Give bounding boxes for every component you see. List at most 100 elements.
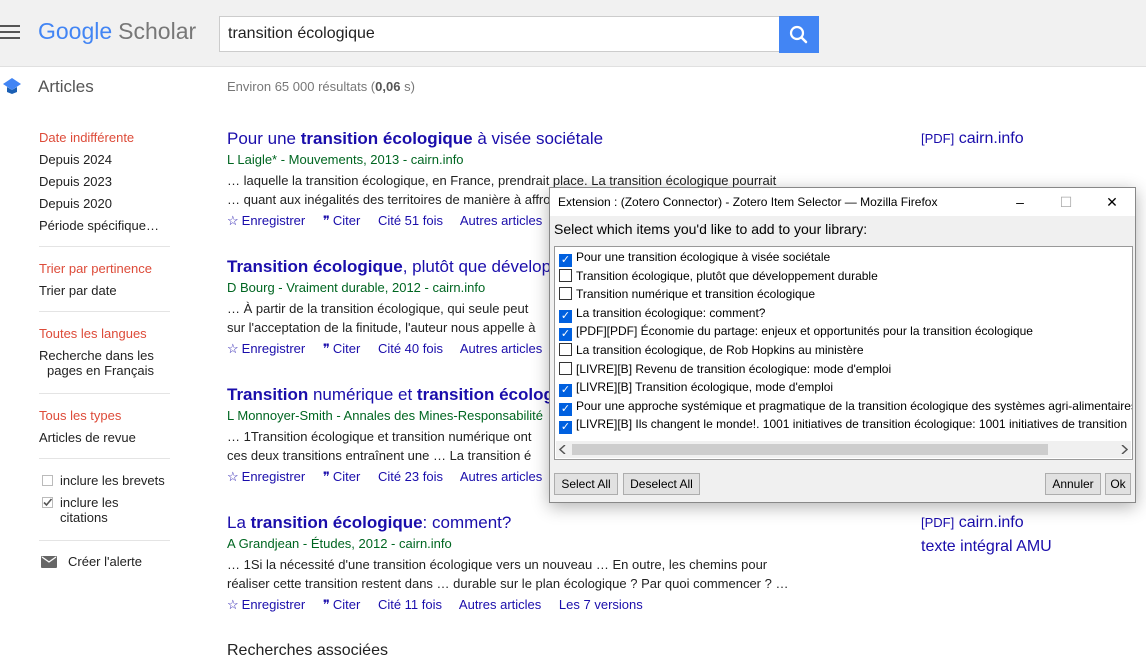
filter-since-2023[interactable]: Depuis 2023 [39, 174, 112, 189]
maximize-button[interactable]: ☐ [1043, 188, 1089, 216]
item-checkbox[interactable] [559, 287, 572, 301]
scroll-left-icon[interactable] [559, 445, 567, 454]
item-checkbox[interactable]: ✓ [559, 384, 572, 398]
deselect-all-button[interactable]: Deselect All [623, 473, 700, 495]
filter-date-any[interactable]: Date indifférente [39, 130, 134, 145]
search-button[interactable] [779, 16, 819, 53]
filter-since-2020[interactable]: Depuis 2020 [39, 196, 112, 211]
item-label: [PDF][PDF] Économie du partage: enjeux e… [576, 324, 1033, 339]
save-link[interactable]: Enregistrer [242, 341, 306, 356]
dialog-prompt: Select which items you'd like to add to … [554, 221, 868, 237]
item-row[interactable]: ✓ Pour une approche systémique et pragmat… [559, 397, 1132, 416]
item-row[interactable]: ✓ La transition écologique: comment? [559, 304, 765, 323]
star-icon[interactable]: ☆ [227, 213, 239, 228]
sidebar-divider [39, 311, 170, 312]
cite-link[interactable]: Citer [333, 341, 360, 356]
cite-link[interactable]: Citer [333, 469, 360, 484]
result-title-3[interactable]: Transition numérique et transition écolo… [227, 385, 554, 405]
quote-icon[interactable]: ❞ [323, 469, 330, 484]
items-list[interactable]: ✓ Pour une transition écologique à visée … [554, 246, 1133, 460]
result-title-1[interactable]: Pour une transition écologique à visée s… [227, 129, 603, 149]
filter-since-2024[interactable]: Depuis 2024 [39, 152, 112, 167]
logo-scholar: Scholar [118, 18, 197, 44]
cited-by-link[interactable]: Cité 40 fois [378, 341, 443, 356]
star-icon[interactable]: ☆ [227, 341, 239, 356]
item-checkbox[interactable] [559, 361, 572, 375]
item-row[interactable]: ✓ Pour une transition écologique à visée … [559, 248, 831, 267]
save-link[interactable]: Enregistrer [242, 597, 306, 612]
item-label: Pour une transition écologique à visée s… [576, 250, 831, 264]
include-citations-checkbox[interactable] [42, 497, 53, 508]
related-articles-link[interactable]: Autres articles [460, 341, 542, 356]
dialog-title: Extension : (Zotero Connector) - Zotero … [558, 195, 938, 209]
cited-by-link[interactable]: Cité 11 fois [378, 597, 442, 612]
related-articles-link[interactable]: Autres articles [460, 469, 542, 484]
cited-by-link[interactable]: Cité 51 fois [378, 213, 443, 228]
ok-button[interactable]: Ok [1105, 473, 1131, 495]
star-icon[interactable]: ☆ [227, 469, 239, 484]
include-citations-label[interactable]: inclure les citations [60, 495, 119, 525]
create-alert-button[interactable]: Créer l'alerte [68, 554, 142, 569]
include-patents-label[interactable]: inclure les brevets [60, 473, 165, 488]
filter-period[interactable]: Période spécifique… [39, 218, 159, 233]
dialog-titlebar[interactable]: Extension : (Zotero Connector) - Zotero … [550, 188, 1135, 216]
cited-by-link[interactable]: Cité 23 fois [378, 469, 443, 484]
result-snippet-1a: … laquelle la transition écologique, en … [227, 173, 777, 188]
sort-date[interactable]: Trier par date [39, 283, 117, 298]
minimize-button[interactable]: – [997, 188, 1043, 216]
filter-french-pages[interactable]: Recherche dans les pages en Français [39, 348, 154, 378]
search-input[interactable]: transition écologique [219, 16, 779, 52]
item-checkbox[interactable]: ✓ [559, 402, 572, 416]
google-scholar-logo[interactable]: Google Scholar [38, 18, 196, 45]
star-icon[interactable]: ☆ [227, 597, 239, 612]
result-title-2[interactable]: Transition écologique, plutôt que dévelo… [227, 257, 551, 277]
scrollbar-thumb[interactable] [572, 444, 1048, 455]
result-side-link-4b[interactable]: texte intégral AMU [921, 538, 1052, 556]
item-checkbox[interactable]: ✓ [559, 421, 572, 435]
item-row[interactable]: ✓ [LIVRE][B] Ils changent le monde!. 1001… [559, 415, 1127, 435]
related-articles-link[interactable]: Autres articles [459, 597, 541, 612]
cancel-button[interactable]: Annuler [1045, 473, 1101, 495]
zotero-item-selector-dialog: Extension : (Zotero Connector) - Zotero … [549, 187, 1136, 503]
result-side-link-4[interactable]: [PDF] cairn.info [921, 514, 1024, 532]
filter-all-languages[interactable]: Toutes les langues [39, 326, 147, 341]
horizontal-scrollbar[interactable] [556, 441, 1131, 458]
save-link[interactable]: Enregistrer [242, 213, 306, 228]
versions-link[interactable]: Les 7 versions [559, 597, 643, 612]
select-all-button[interactable]: Select All [554, 473, 618, 495]
item-label: La transition écologique, de Rob Hopkins… [576, 343, 864, 357]
item-row[interactable]: ✓ [LIVRE][B] Transition écologique, mode … [559, 378, 833, 398]
result-meta-3: L Monnoyer-Smith - Annales des Mines-Res… [227, 408, 544, 423]
quote-icon[interactable]: ❞ [323, 341, 330, 356]
item-row[interactable]: La transition écologique, de Rob Hopkins… [559, 341, 864, 359]
item-checkbox[interactable]: ✓ [559, 309, 572, 323]
sort-relevance[interactable]: Trier par pertinence [39, 261, 152, 276]
item-row[interactable]: Transition numérique et transition écolo… [559, 285, 815, 303]
result-snippet-3a: … 1Transition écologique et transition n… [227, 429, 532, 444]
item-checkbox[interactable] [559, 268, 572, 282]
item-row[interactable]: [LIVRE][B] Revenu de transition écologiq… [559, 360, 891, 378]
item-checkbox[interactable]: ✓ [559, 254, 572, 267]
result-side-link-1[interactable]: [PDF] cairn.info [921, 130, 1024, 148]
item-checkbox[interactable] [559, 343, 572, 356]
filter-all-types[interactable]: Tous les types [39, 408, 121, 423]
item-label: [LIVRE][B] Revenu de transition écologiq… [576, 361, 892, 376]
cite-link[interactable]: Citer [333, 213, 360, 228]
item-checkbox[interactable]: ✓ [559, 328, 572, 342]
quote-icon[interactable]: ❞ [323, 213, 330, 228]
filter-review-articles[interactable]: Articles de revue [39, 430, 136, 445]
close-button[interactable]: ✕ [1089, 188, 1135, 216]
item-row[interactable]: ✓ [PDF][PDF] Économie du partage: enjeux … [559, 322, 1033, 342]
mail-icon [41, 556, 57, 568]
item-row[interactable]: Transition écologique, plutôt que dévelo… [559, 267, 878, 285]
menu-icon[interactable] [0, 25, 20, 39]
include-patents-checkbox[interactable] [42, 475, 53, 486]
save-link[interactable]: Enregistrer [242, 469, 306, 484]
result-title-4[interactable]: La transition écologique: comment? [227, 513, 511, 533]
result-snippet-4b: réaliser cette transition restent dans …… [227, 576, 789, 591]
cite-link[interactable]: Citer [333, 597, 360, 612]
scroll-right-icon[interactable] [1120, 445, 1128, 454]
search-icon [789, 25, 808, 44]
quote-icon[interactable]: ❞ [323, 597, 330, 612]
related-articles-link[interactable]: Autres articles [460, 213, 542, 228]
